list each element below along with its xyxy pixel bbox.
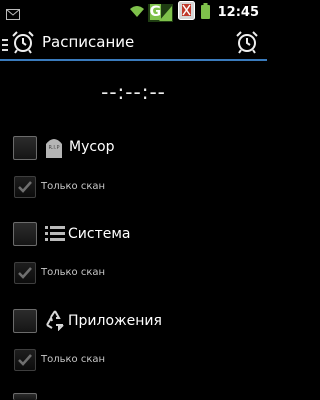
- trash-label: Мусор: [69, 139, 115, 155]
- alarm-clock-icon: [11, 30, 35, 58]
- trash-rip-icon: R.I.P: [44, 136, 64, 162]
- action-bar-divider: [0, 59, 267, 61]
- trash-scan-only-checkbox[interactable]: [14, 176, 36, 198]
- check-icon: [17, 179, 33, 199]
- apps-scan-only-label: Только скан: [41, 354, 106, 365]
- alarm-clock-icon: [236, 31, 258, 54]
- action-bar: Расписание: [0, 25, 267, 59]
- apps-enable-checkbox[interactable]: [13, 309, 37, 333]
- list-icon: [45, 225, 65, 247]
- system-scan-only-label: Только скан: [41, 267, 106, 278]
- recycle-icon: [44, 309, 66, 335]
- signal-icon: G: [147, 3, 173, 22]
- status-time: 12:45: [217, 5, 259, 20]
- network-type-badge: G: [149, 3, 162, 20]
- system-enable-checkbox[interactable]: [13, 222, 37, 246]
- trash-enable-checkbox[interactable]: [13, 136, 37, 160]
- navigation-menu-icon: [2, 36, 8, 55]
- apps-scan-only-checkbox[interactable]: [14, 349, 36, 371]
- check-icon: [17, 352, 33, 372]
- system-label: Система: [68, 226, 131, 242]
- check-icon: [17, 265, 33, 285]
- page-title: Расписание: [42, 33, 135, 51]
- svg-text:R.I.P: R.I.P: [49, 145, 60, 151]
- sim-card-icon: [177, 1, 195, 24]
- next-row-checkbox[interactable]: [13, 393, 37, 400]
- add-alarm-button[interactable]: [235, 30, 259, 58]
- countdown-timer[interactable]: --:--:--: [0, 80, 267, 104]
- status-bar: G 12:45: [0, 0, 267, 25]
- trash-scan-only-label: Только скан: [41, 181, 106, 192]
- app-home-button[interactable]: [0, 25, 40, 59]
- apps-label: Приложения: [68, 313, 162, 329]
- wifi-icon: [129, 3, 145, 22]
- email-notification-icon: [6, 5, 20, 24]
- system-scan-only-checkbox[interactable]: [14, 262, 36, 284]
- battery-icon: [200, 2, 210, 23]
